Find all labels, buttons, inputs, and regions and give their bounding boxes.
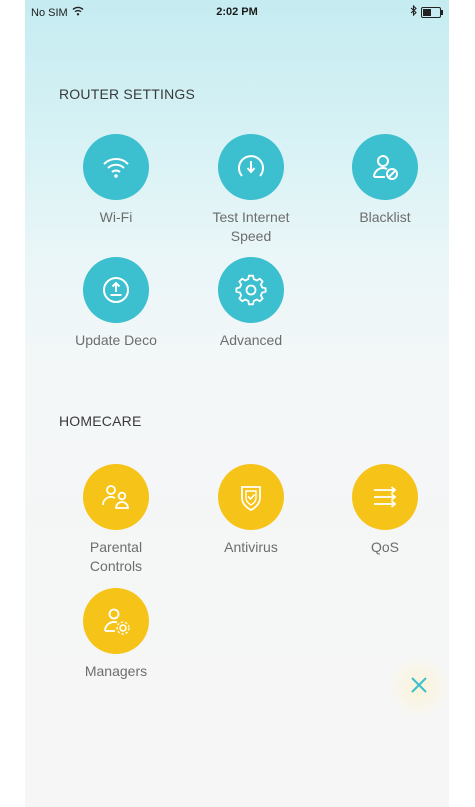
tile-label-line2: Controls	[89, 558, 143, 574]
tile-label-line1: Managers	[84, 663, 148, 679]
status-bar: No SIM 2:02 PM	[25, 0, 449, 26]
tile-update-deco[interactable]: Update Deco	[61, 257, 171, 350]
tile-label-line1: Update Deco	[75, 332, 157, 348]
tile-parental-controls[interactable]: Parental Controls	[61, 464, 171, 576]
tile-label-line1: Test Internet	[212, 209, 290, 225]
status-right	[410, 4, 443, 19]
manager-icon	[83, 588, 149, 654]
tile-label-line1: Wi-Fi	[99, 209, 133, 225]
tile-advanced[interactable]: Advanced	[196, 257, 306, 350]
gear-icon	[218, 257, 284, 323]
homecare-title: HOMECARE	[59, 413, 142, 429]
blacklist-user-icon	[352, 134, 418, 200]
router-settings-title: ROUTER SETTINGS	[59, 86, 196, 102]
tile-blacklist[interactable]: Blacklist	[330, 134, 440, 227]
bluetooth-icon	[410, 4, 417, 19]
tile-label-line1: Antivirus	[224, 539, 278, 555]
shield-icon	[218, 464, 284, 530]
tile-wifi[interactable]: Wi-Fi	[61, 134, 171, 227]
tile-label-line1: Advanced	[219, 332, 283, 348]
phone-screen: No SIM 2:02 PM ROUTER SETTINGS Wi-Fi Tes…	[25, 0, 449, 807]
tile-label: Wi-Fi	[61, 208, 171, 227]
tile-label-line1: Blacklist	[359, 209, 411, 225]
parental-icon	[83, 464, 149, 530]
tile-label: Managers	[61, 662, 171, 681]
tile-managers[interactable]: Managers	[61, 588, 171, 681]
tile-label-line2: Speed	[230, 228, 272, 244]
tile-qos[interactable]: QoS	[330, 464, 440, 557]
qos-arrows-icon	[352, 464, 418, 530]
wifi-icon	[83, 134, 149, 200]
tile-label: Advanced	[196, 331, 306, 350]
tile-label: Antivirus	[196, 538, 306, 557]
tile-label-line1: Parental	[89, 539, 143, 555]
tile-label: Test Internet Speed	[196, 208, 306, 246]
tile-antivirus[interactable]: Antivirus	[196, 464, 306, 557]
tile-test-internet-speed[interactable]: Test Internet Speed	[196, 134, 306, 246]
tile-label: QoS	[330, 538, 440, 557]
tile-label: Update Deco	[61, 331, 171, 350]
battery-fill	[423, 8, 431, 16]
tile-label: Parental Controls	[61, 538, 171, 576]
close-icon	[410, 676, 428, 699]
close-button[interactable]	[389, 657, 449, 717]
tile-label: Blacklist	[330, 208, 440, 227]
upload-icon	[83, 257, 149, 323]
tile-label-line1: QoS	[370, 539, 399, 555]
battery-icon	[421, 6, 443, 18]
speedometer-icon	[218, 134, 284, 200]
status-time: 2:02 PM	[216, 6, 258, 18]
